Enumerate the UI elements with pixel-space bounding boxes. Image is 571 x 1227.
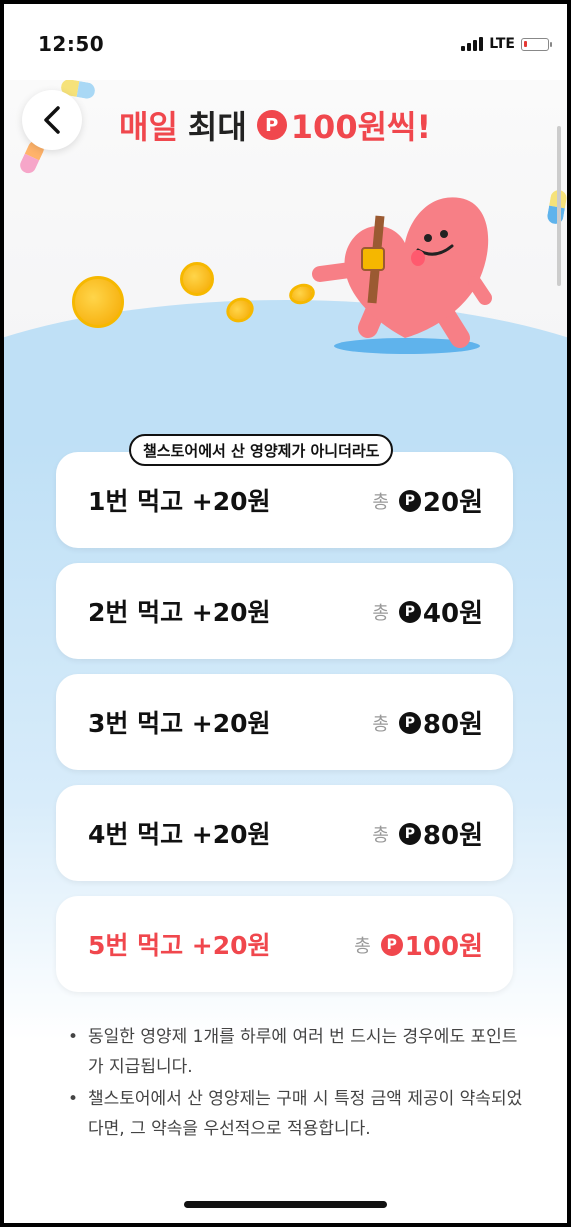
point-icon: P	[256, 110, 287, 140]
reward-label: 5번 먹고 +20원	[88, 931, 271, 960]
reward-card-2: 2번 먹고 +20원 총 P 40원	[56, 563, 513, 659]
total-word: 총	[372, 824, 389, 846]
status-time: 12:50	[38, 32, 105, 56]
reward-label: 3번 먹고 +20원	[88, 709, 271, 738]
scrollbar[interactable]	[557, 126, 561, 286]
title-prefix: 매일	[119, 108, 178, 146]
reward-label: 2번 먹고 +20원	[88, 598, 271, 627]
status-icons: LTE	[461, 36, 552, 52]
battery-icon	[521, 37, 552, 51]
hero-banner: 매일 최대 P 100원씩!	[4, 80, 567, 440]
reward-total: 총 P 80원	[372, 704, 483, 741]
heart-character-illustration	[312, 197, 492, 348]
back-button[interactable]	[22, 90, 82, 150]
notes-list: 동일한 영양제 1개를 하루에 여러 번 드시는 경우에도 포인트가 지급됩니다…	[64, 1022, 524, 1146]
notice-label: 챌스토어에서 산 영양제가 아니더라도	[129, 434, 394, 466]
status-bar: 12:50 LTE	[4, 4, 567, 80]
coin-icon	[72, 276, 124, 328]
reward-card-4: 4번 먹고 +20원 총 P 80원	[56, 785, 513, 881]
total-amount: 40원	[422, 599, 483, 629]
note-item: 챌스토어에서 산 영양제는 구매 시 특정 금액 제공이 약속되었다면, 그 약…	[64, 1084, 524, 1144]
point-icon: P	[380, 933, 403, 956]
total-word: 총	[354, 935, 371, 957]
total-amount: 80원	[422, 710, 483, 740]
reward-section: 챌스토어에서 산 영양제가 아니더라도 1번 먹고 +20원 총 P 20원 2…	[4, 434, 567, 1040]
point-icon: P	[398, 489, 421, 512]
total-word: 총	[372, 602, 389, 624]
total-word: 총	[372, 713, 389, 735]
title-amount: 100원씩!	[290, 108, 432, 146]
chevron-left-icon	[44, 106, 60, 134]
note-item: 동일한 영양제 1개를 하루에 여러 번 드시는 경우에도 포인트가 지급됩니다…	[64, 1022, 524, 1082]
reward-total: 총 P 100원	[354, 926, 483, 963]
point-icon: P	[398, 822, 421, 845]
reward-total: 총 P 20원	[372, 482, 483, 519]
screen: 12:50 LTE 매일 최대 P 100원씩! 챌스토어에서 산 영양제가 아…	[4, 4, 567, 1223]
point-icon: P	[398, 711, 421, 734]
network-label: LTE	[489, 36, 515, 52]
reward-label: 1번 먹고 +20원	[88, 487, 271, 516]
title-middle: 최대	[187, 108, 247, 146]
home-indicator[interactable]	[184, 1201, 387, 1208]
reward-card-3: 3번 먹고 +20원 총 P 80원	[56, 674, 513, 770]
coin-icon	[180, 262, 214, 296]
signal-icon	[461, 37, 484, 51]
point-icon: P	[398, 600, 421, 623]
total-word: 총	[372, 491, 389, 513]
total-amount: 20원	[422, 488, 483, 518]
reward-card-5: 5번 먹고 +20원 총 P 100원	[56, 896, 513, 992]
reward-label: 4번 먹고 +20원	[88, 820, 271, 849]
reward-total: 총 P 80원	[372, 815, 483, 852]
page-title: 매일 최대 P 100원씩!	[119, 102, 431, 148]
reward-total: 총 P 40원	[372, 593, 483, 630]
reward-card-1: 1번 먹고 +20원 총 P 20원	[56, 452, 513, 548]
total-amount: 80원	[422, 821, 483, 851]
total-amount: 100원	[404, 932, 483, 962]
